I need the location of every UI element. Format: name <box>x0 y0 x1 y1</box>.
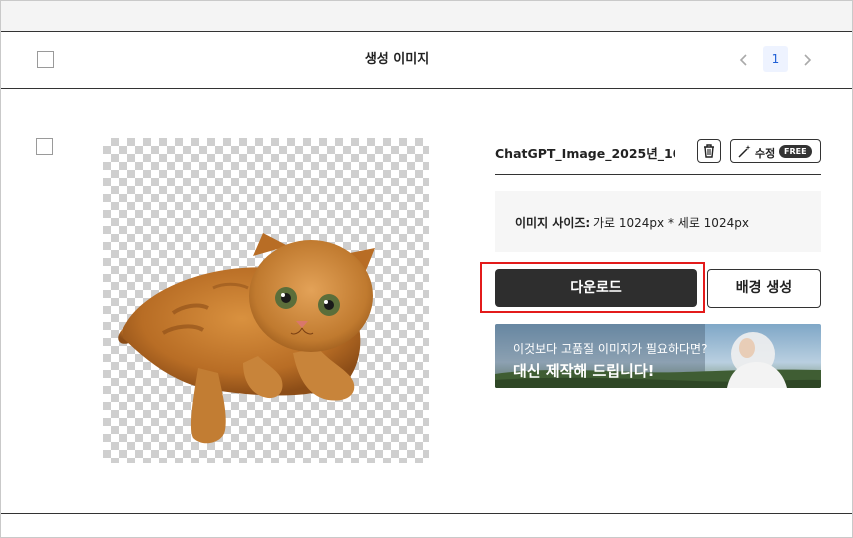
size-value: 가로 1024px * 세로 1024px <box>593 216 749 230</box>
magic-wand-icon <box>738 145 751 158</box>
download-button[interactable]: 다운로드 <box>495 269 697 307</box>
banner-line-1: 이것보다 고품질 이미지가 필요하다면? <box>513 342 708 356</box>
divider <box>495 174 821 175</box>
chevron-right-icon[interactable] <box>797 50 817 70</box>
edit-label: 수정 <box>755 147 776 160</box>
chevron-left-icon[interactable] <box>734 50 754 70</box>
generated-image <box>103 138 429 463</box>
size-label: 이미지 사이즈: <box>515 216 591 230</box>
delete-button[interactable] <box>697 139 721 163</box>
page-title: 생성 이미지 <box>364 52 430 67</box>
edit-button[interactable]: 수정 FREE <box>730 139 821 163</box>
top-strip <box>1 1 852 32</box>
file-name: ChatGPT_Image_2025년_10... <box>495 146 675 161</box>
banner-line-2: 대신 제작해 드립니다! <box>513 362 655 380</box>
trash-icon <box>704 144 714 158</box>
page-number-current[interactable]: 1 <box>763 46 788 72</box>
generate-background-button[interactable]: 배경 생성 <box>707 269 821 308</box>
list-header: 생성 이미지 1 <box>1 32 852 89</box>
free-badge: FREE <box>779 145 812 158</box>
cat-illustration <box>118 233 375 444</box>
bottom-divider <box>1 513 852 514</box>
promo-banner[interactable]: 이것보다 고품질 이미지가 필요하다면? 대신 제작해 드립니다! <box>495 324 821 388</box>
image-size-info: 이미지 사이즈: 가로 1024px * 세로 1024px <box>495 191 821 252</box>
item-checkbox[interactable] <box>36 138 53 155</box>
